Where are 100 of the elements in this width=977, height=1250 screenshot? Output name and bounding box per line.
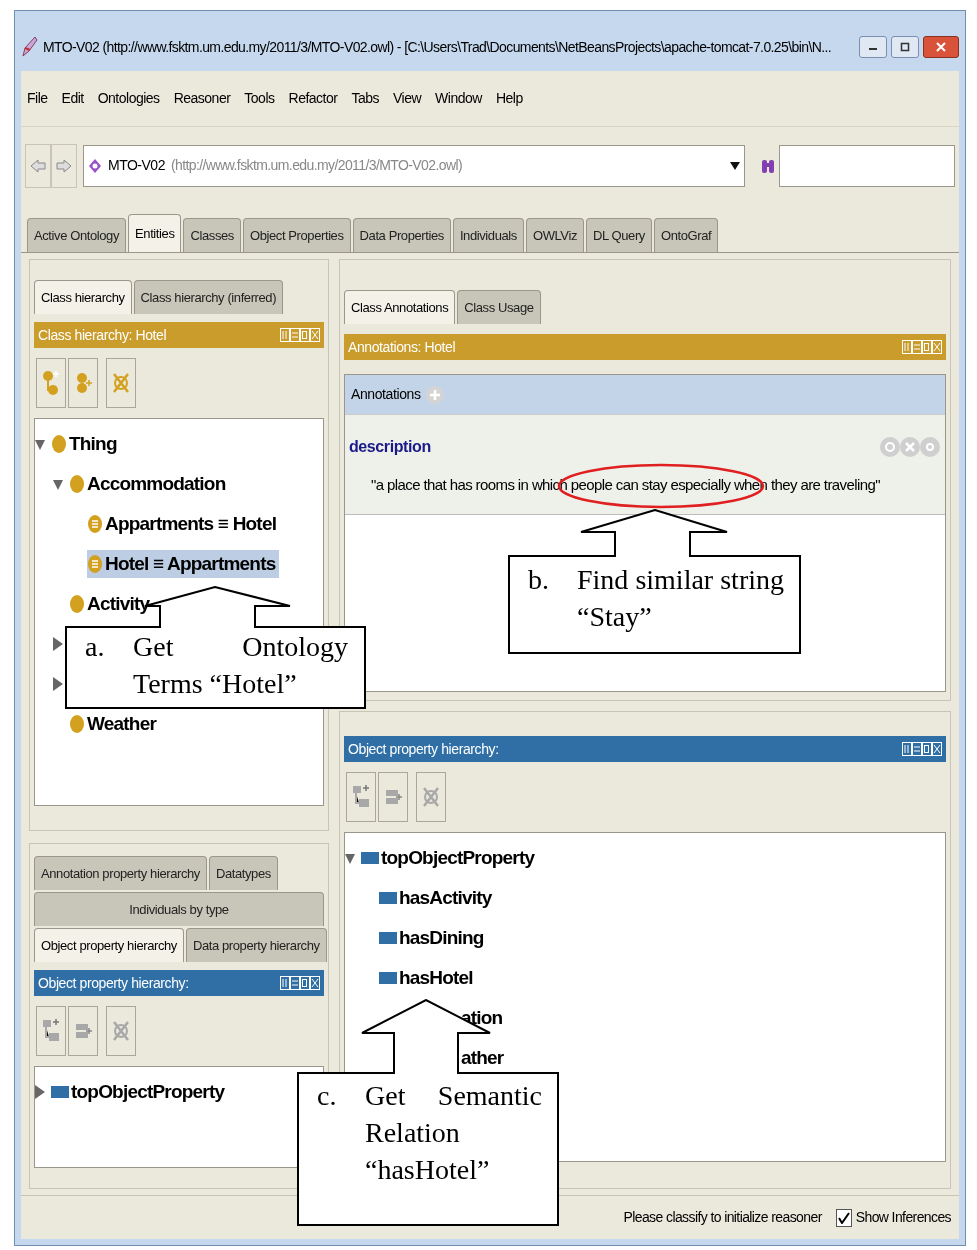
menu-item[interactable]: Help (495, 88, 523, 109)
annotation-actions-icon[interactable] (879, 435, 941, 459)
view-controls-icon[interactable] (280, 328, 320, 342)
expanded-arrow-icon[interactable] (345, 851, 355, 865)
close-button[interactable] (923, 36, 959, 58)
tab[interactable]: Annotation property hierarchy (34, 856, 207, 890)
add-sibling-button[interactable] (68, 1006, 98, 1056)
defined-class-icon (87, 554, 103, 574)
tree-item-label: Accommodation (87, 471, 226, 496)
back-button[interactable] (25, 143, 51, 188)
search-field[interactable] (779, 144, 955, 187)
tab[interactable]: Individuals by type (34, 892, 324, 926)
tree-item[interactable]: topObjectProperty (51, 1077, 229, 1107)
tree-item[interactable]: Thing (51, 429, 121, 459)
tab[interactable]: Classes (183, 218, 241, 252)
add-sibling-button[interactable] (68, 358, 98, 408)
callout-text: Get Ontology Terms “Hotel” (133, 630, 349, 701)
panel-title: Class hierarchy: Hotel (38, 325, 167, 345)
class-icon (69, 474, 85, 494)
panel-title: Object property hierarchy: (348, 739, 499, 759)
forward-button[interactable] (51, 143, 77, 188)
menu-item[interactable]: Edit (61, 88, 84, 109)
tree-item[interactable]: hasHotel (379, 963, 477, 993)
collapsed-arrow-icon[interactable] (35, 1085, 45, 1099)
delete-button[interactable] (106, 358, 136, 408)
minimize-button[interactable] (859, 36, 887, 58)
tree-item-label: Activity (87, 591, 150, 616)
tab[interactable]: OntoGraf (653, 218, 719, 252)
tree-item[interactable]: Appartments ≡ Hotel (87, 509, 281, 539)
add-subclass-button[interactable] (346, 772, 376, 822)
add-sibling-button[interactable] (378, 772, 408, 822)
collapsed-arrow-icon[interactable] (53, 637, 63, 651)
panel-title: Annotations: Hotel (348, 337, 456, 357)
callout-marker: a. (84, 630, 106, 664)
status-message: Please classify to initialize reasoner (623, 1208, 822, 1227)
property-icon (379, 892, 397, 904)
callout-marker: b. (527, 563, 550, 597)
menu-item[interactable]: File (27, 88, 48, 109)
menu-item[interactable]: View (393, 88, 422, 109)
ontology-selector[interactable]: MTO-V02 (http://www.fsktm.um.edu.my/2011/3/MTO-V02.owl) (83, 144, 745, 187)
add-icon[interactable] (424, 384, 445, 405)
add-child-icon (41, 368, 61, 398)
tree-item[interactable]: Weather (69, 709, 161, 739)
view-controls-icon[interactable] (902, 742, 942, 756)
view-controls-icon[interactable] (902, 340, 942, 354)
property-icon (51, 1086, 69, 1098)
menu-item[interactable]: Ontologies (97, 88, 160, 109)
tree-item[interactable]: Hotel ≡ Appartments (87, 549, 280, 579)
annotation-property[interactable]: description (349, 435, 431, 459)
collapsed-arrow-icon[interactable] (53, 677, 63, 691)
window-title: MTO-V02 (http://www.fsktm.um.edu.my/2011/3/MTO-V02.owl) - [C:\Users\Trad\Documents\NetBeansProjects\apache-tomcat-7.0.25\bin\N... (43, 37, 833, 57)
maximize-icon (900, 42, 910, 52)
annotations-label: Annotations (351, 385, 421, 404)
tab[interactable]: Datatypes (208, 856, 278, 890)
add-subclass-button[interactable] (36, 1006, 66, 1056)
tab[interactable]: Data Properties (352, 218, 451, 252)
class-icon (51, 434, 67, 454)
maximize-button[interactable] (891, 36, 919, 58)
tree-item[interactable]: topObjectProperty (361, 843, 539, 873)
delete-button[interactable] (416, 772, 446, 822)
tree-item[interactable]: Accommodation (69, 469, 230, 499)
right-arrow-icon (56, 158, 72, 173)
expanded-arrow-icon[interactable] (53, 477, 63, 491)
view-controls-icon[interactable] (280, 976, 320, 990)
delete-button[interactable] (106, 1006, 136, 1056)
tab[interactable]: Individuals (452, 218, 524, 252)
add-subclass-button[interactable] (36, 358, 66, 408)
ontology-name: MTO-V02 (108, 156, 165, 175)
show-inferences-checkbox[interactable] (835, 1208, 852, 1227)
tree-item-label: Weather (87, 711, 157, 736)
tab[interactable]: Class Usage (457, 290, 541, 324)
tree-item-label: hasActivity (399, 885, 492, 910)
menu-item[interactable]: Window (435, 88, 482, 109)
class-icon (69, 594, 85, 614)
menu-item[interactable]: Reasoner (173, 88, 231, 109)
tab[interactable]: Entities (128, 214, 182, 252)
diamond-icon (88, 157, 102, 174)
tab[interactable]: Class Annotations (344, 290, 456, 324)
tab[interactable]: Object property hierarchy (34, 928, 184, 962)
tab[interactable]: Object Properties (242, 218, 351, 252)
menu-item[interactable]: Refactor (288, 88, 338, 109)
menu-item[interactable]: Tabs (351, 88, 379, 109)
tab[interactable]: OWLViz (525, 218, 584, 252)
tree-item-label: Hotel ≡ Appartments (105, 551, 276, 576)
checkbox-label[interactable]: Show Inferences (855, 1207, 951, 1228)
defined-class-icon (87, 514, 103, 534)
menu-item[interactable]: Tools (244, 88, 275, 109)
tab[interactable]: Data property hierarchy (185, 928, 327, 962)
tree-item[interactable]: hasDining (379, 923, 488, 953)
tab[interactable]: Class hierarchy (34, 280, 132, 314)
dropdown-caret-icon[interactable] (730, 161, 740, 170)
ontology-iri: (http://www.fsktm.um.edu.my/2011/3/MTO-V02.owl) (170, 156, 463, 175)
tree-item[interactable]: Activity (69, 589, 154, 619)
expanded-arrow-icon[interactable] (35, 437, 45, 451)
tree-item[interactable]: hasActivity (379, 883, 496, 913)
tree-item-label: topObjectProperty (71, 1079, 225, 1104)
tab[interactable]: DL Query (586, 218, 652, 252)
tab[interactable]: Active Ontology (27, 218, 127, 252)
tab[interactable]: Class hierarchy (inferred) (133, 280, 284, 314)
tree-item-label: topObjectProperty (381, 845, 535, 870)
